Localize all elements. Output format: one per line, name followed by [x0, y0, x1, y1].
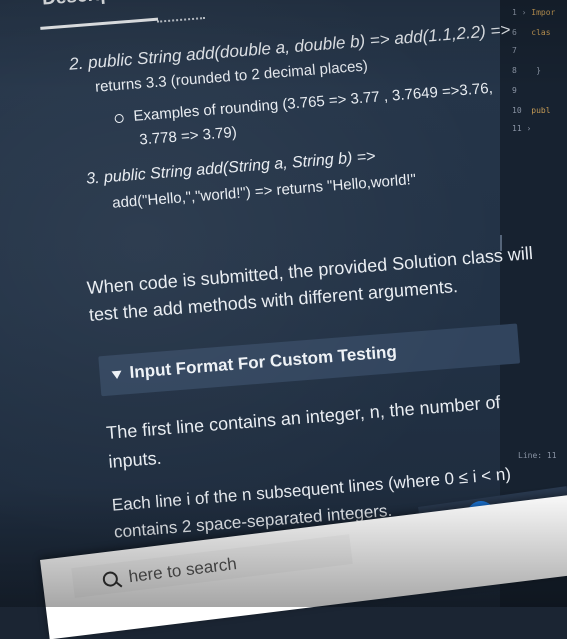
code-line-1: 1 › Impor: [512, 8, 556, 17]
caret-down-icon: [111, 370, 123, 379]
input-format-toggle[interactable]: Input Format For Custom Testing: [98, 323, 521, 397]
description-heading: Description: [41, 0, 147, 11]
screen: 1 › Impor 6 clas 7 8 } 9 10 publ 11 › Li…: [0, 0, 567, 639]
input-format-line2: inputs.: [107, 447, 163, 472]
search-icon: [101, 570, 119, 588]
dotted-divider: [157, 16, 206, 23]
code-line-6: 6 clas: [512, 28, 551, 37]
input-format-title: Input Format For Custom Testing: [111, 342, 398, 384]
input-format-line1: The first line contains an integer, n, t…: [105, 392, 502, 443]
rounding-examples-cont: 3.778 => 3.79): [138, 123, 238, 149]
search-placeholder: here to search: [127, 554, 238, 587]
bullet-icon: [114, 113, 124, 123]
description-tab-underline: [40, 17, 159, 30]
